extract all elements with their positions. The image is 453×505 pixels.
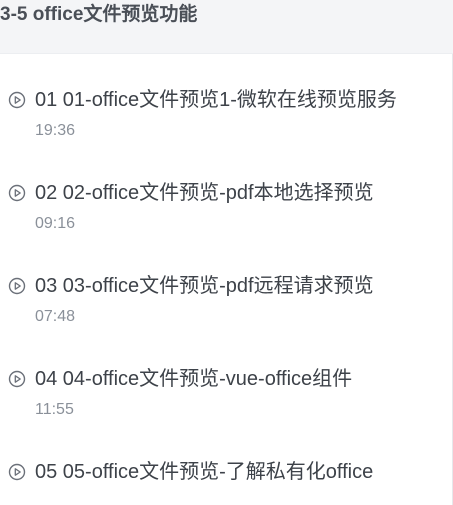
play-circle-icon — [8, 277, 26, 295]
course-chapter-panel: 3-5 office文件预览功能 01 01-office文件预览1-微软在线预… — [0, 0, 453, 505]
play-circle-icon — [8, 463, 26, 481]
lesson-item-1[interactable]: 01 01-office文件预览1-微软在线预览服务 19:36 — [0, 54, 453, 147]
lesson-title: 01 01-office文件预览1-微软在线预览服务 — [35, 89, 397, 111]
lesson-duration: 19:36 — [35, 122, 76, 139]
lesson-title: 05 05-office文件预览-了解私有化office — [35, 461, 374, 483]
play-circle-icon — [8, 184, 26, 202]
lesson-title: 04 04-office文件预览-vue-office组件 — [35, 368, 353, 390]
section-header[interactable]: 3-5 office文件预览功能 — [0, 0, 453, 54]
lesson-item-5[interactable]: 05 05-office文件预览-了解私有化office — [0, 426, 453, 505]
section-title: 3-5 office文件预览功能 — [0, 4, 198, 25]
lesson-list: 01 01-office文件预览1-微软在线预览服务 19:36 02 02-o… — [0, 54, 453, 505]
play-circle-icon — [8, 91, 26, 109]
lesson-duration: 09:16 — [35, 215, 76, 232]
lesson-title: 02 02-office文件预览-pdf本地选择预览 — [35, 182, 374, 204]
lesson-item-4[interactable]: 04 04-office文件预览-vue-office组件 11:55 — [0, 333, 453, 426]
lesson-item-2[interactable]: 02 02-office文件预览-pdf本地选择预览 09:16 — [0, 147, 453, 240]
lesson-duration: 11:55 — [35, 401, 74, 418]
lesson-duration: 07:48 — [35, 308, 76, 325]
lesson-title: 03 03-office文件预览-pdf远程请求预览 — [35, 275, 374, 297]
lesson-item-3[interactable]: 03 03-office文件预览-pdf远程请求预览 07:48 — [0, 240, 453, 333]
play-circle-icon — [8, 370, 26, 388]
